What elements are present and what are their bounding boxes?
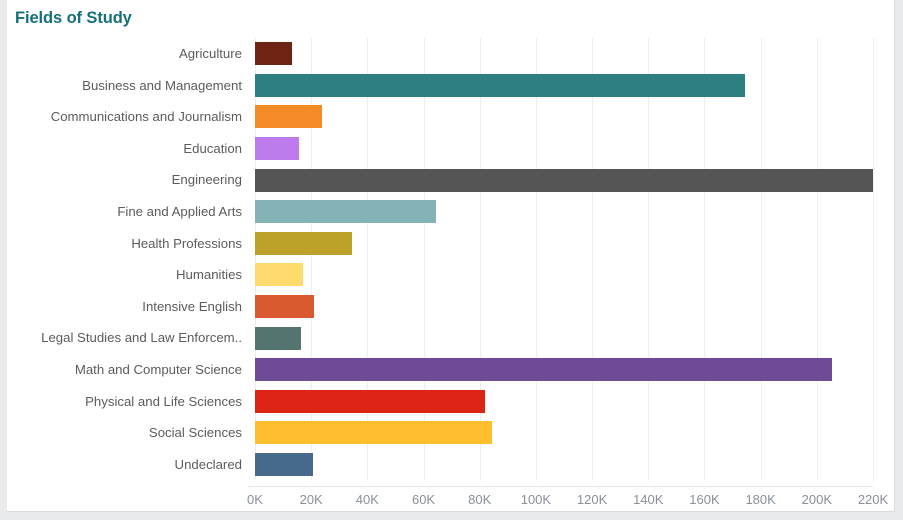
- x-tick-label: 40K: [355, 492, 379, 507]
- x-tick-label: 180K: [745, 492, 776, 507]
- bar-track: [248, 417, 873, 449]
- bar-rows: Agriculture Business and Management Commun…: [7, 38, 894, 481]
- bar[interactable]: [255, 105, 323, 129]
- bar-row: Math and Computer Science: [7, 354, 894, 386]
- bar-track: [248, 354, 873, 386]
- x-tick-label: 0K: [247, 492, 263, 507]
- x-tick-label: 100K: [520, 492, 552, 507]
- category-label: Communications and Journalism: [50, 109, 242, 125]
- category-label: Social Sciences: [148, 425, 242, 441]
- chart-title: Fields of Study: [15, 9, 132, 27]
- category-label: Math and Computer Science: [74, 361, 242, 377]
- x-tick-label: 200K: [801, 492, 832, 507]
- bar-track: [248, 449, 873, 481]
- bar-track: [248, 133, 873, 165]
- bar[interactable]: [255, 42, 292, 66]
- bar-row: Communications and Journalism: [7, 101, 894, 133]
- category-label: Legal Studies and Law Enforcem..: [41, 330, 242, 346]
- bar-track: [248, 291, 873, 323]
- bar[interactable]: [255, 137, 299, 161]
- chart-card: Fields of Study Agriculture Business and …: [7, 0, 895, 512]
- bar-row: Engineering: [7, 164, 894, 196]
- category-label: Health Professions: [131, 235, 242, 251]
- bar-track: [248, 259, 873, 291]
- bar-row: Business and Management: [7, 70, 894, 102]
- bar-row: Education: [7, 133, 894, 165]
- category-label: Business and Management: [82, 77, 242, 93]
- x-tick-label: 80K: [468, 492, 492, 507]
- bar[interactable]: [255, 168, 873, 192]
- category-label: Undeclared: [174, 456, 242, 472]
- category-label: Engineering: [171, 172, 242, 188]
- bar-track: [248, 101, 873, 133]
- category-label: Agriculture: [178, 46, 242, 61]
- bar[interactable]: [255, 421, 493, 445]
- bar-row: Physical and Life Sciences: [7, 386, 894, 418]
- bar[interactable]: [255, 326, 302, 350]
- bar-track: [248, 322, 873, 354]
- x-tick-label: 60K: [411, 492, 436, 507]
- bar[interactable]: [255, 231, 352, 255]
- bar-track: [248, 386, 873, 418]
- bar[interactable]: [255, 263, 303, 287]
- bar-row: Intensive English: [7, 291, 894, 323]
- bar-track: [248, 70, 873, 102]
- category-label: Physical and Life Sciences: [85, 393, 242, 409]
- bar[interactable]: [255, 295, 314, 319]
- bar-row: Agriculture: [7, 38, 894, 70]
- x-axis: 0K 20K 40K 60K 80K 100K 120K 140K 160K 180K 200K 22…: [247, 486, 888, 511]
- x-tick-label: 120K: [576, 492, 608, 507]
- x-axis-line: [248, 486, 873, 487]
- x-tick-label: 20K: [299, 492, 323, 507]
- bar[interactable]: [255, 358, 833, 382]
- bar-track: [248, 196, 873, 228]
- bar[interactable]: [255, 389, 486, 413]
- bar-row: Undeclared: [7, 449, 894, 481]
- bar-row: Humanities: [7, 259, 894, 291]
- bar[interactable]: [255, 200, 437, 224]
- bar-track: [248, 228, 873, 260]
- bar-row: Social Sciences: [7, 417, 894, 449]
- bar-track: [248, 164, 873, 196]
- x-tick-label: 140K: [633, 492, 664, 507]
- bar-track: [248, 38, 873, 70]
- x-tick-label: 160K: [689, 492, 720, 507]
- category-label: Intensive English: [142, 298, 242, 314]
- category-label: Education: [183, 140, 242, 156]
- bar-row: Legal Studies and Law Enforcem..: [7, 322, 894, 354]
- category-label: Fine and Applied Arts: [117, 203, 242, 219]
- category-label: Humanities: [176, 267, 242, 283]
- bar[interactable]: [255, 73, 746, 97]
- bar-chart-plot-area: Agriculture Business and Management Commun…: [7, 38, 894, 486]
- bar-row: Health Professions: [7, 228, 894, 260]
- bar-row: Fine and Applied Arts: [7, 196, 894, 228]
- bar[interactable]: [255, 453, 313, 477]
- x-tick-label: 220K: [857, 492, 889, 507]
